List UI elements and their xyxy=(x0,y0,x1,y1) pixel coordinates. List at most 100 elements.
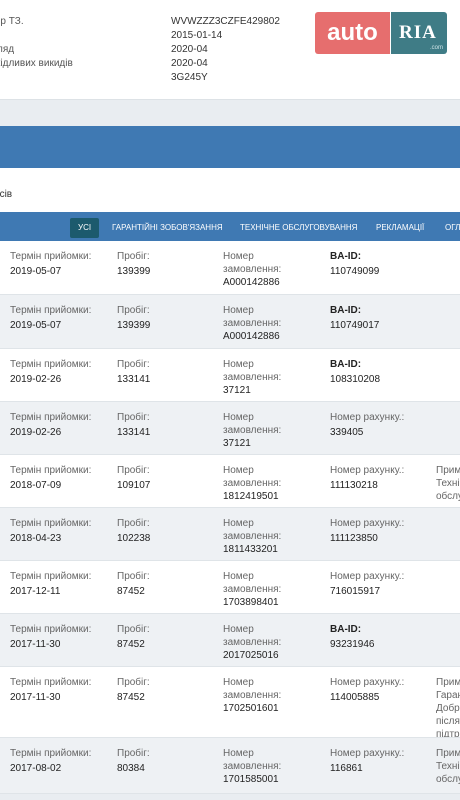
mileage-label: Пробіг: xyxy=(117,677,150,688)
date-cell: Термін прийомки: 2017-11-30 xyxy=(10,623,91,651)
order-label-line1: Номер xyxy=(223,571,254,582)
table-row[interactable]: Термін прийомки: 2017-11-30 Пробіг: 87452 Но… xyxy=(0,614,460,667)
order-label-line1: Номер xyxy=(223,251,254,262)
date-label: Термін прийомки: xyxy=(10,571,92,582)
tab-claims[interactable]: РЕКЛАМАЦІЇ xyxy=(376,218,424,238)
section-title-area: исів xyxy=(0,168,460,212)
autoria-logo[interactable]: auto RIA .com xyxy=(315,12,447,56)
id-label: Номер рахунку.: xyxy=(330,412,405,423)
mileage-cell: Пробіг: 109107 xyxy=(117,464,150,492)
tab-inspection[interactable]: ОГЛ xyxy=(445,218,460,238)
table-row[interactable]: Термін прийомки: 2018-04-23 Пробіг: 102238 Н… xyxy=(0,508,460,561)
order-label-line1: Номер xyxy=(223,518,254,529)
blue-header-bar xyxy=(0,126,460,168)
id-cell: Номер рахунку.: 114005885 xyxy=(330,676,404,704)
note-cell: Прим Техні обслу xyxy=(436,747,460,786)
vin-label: мер ТЗ. xyxy=(0,16,24,27)
order-cell: Номер замовлення: 1702501601 xyxy=(223,676,281,715)
emissions-label: шкідливих викидів xyxy=(0,58,73,69)
mileage-label: Пробіг: xyxy=(117,748,150,759)
mileage-value: 87452 xyxy=(117,639,145,650)
date-cell: Термін прийомки: 2017-11-30 xyxy=(10,676,91,704)
order-cell: Номер замовлення: 1812419501 xyxy=(223,464,281,503)
id-cell: Номер рахунку.: 716015917 xyxy=(330,570,404,598)
order-value: 37121 xyxy=(223,385,251,396)
id-value: 110749017 xyxy=(330,320,380,331)
tab-warranty[interactable]: ГАРАНТІЙНІ ЗОБОВ'ЯЗАННЯ xyxy=(112,218,223,238)
id-label: Номер рахунку.: xyxy=(330,677,405,688)
id-label: BA-ID: xyxy=(330,305,362,316)
order-value: 2017025016 xyxy=(223,650,279,661)
inspection-value: 2020-04 xyxy=(171,44,208,55)
order-cell: Номер замовлення: 2017025016 xyxy=(223,623,281,662)
mileage-value: 87452 xyxy=(117,692,145,703)
date-value: 2017-08-02 xyxy=(10,763,62,774)
mileage-cell: Пробіг: 139399 xyxy=(117,250,150,278)
mileage-label: Пробіг: xyxy=(117,251,150,262)
date-cell: Термін прийомки: 2019-02-26 xyxy=(10,411,91,439)
mileage-value: 139399 xyxy=(117,266,151,277)
emissions-value: 2020-04 xyxy=(171,58,208,69)
mileage-cell: Пробіг: 87452 xyxy=(117,676,150,704)
table-row[interactable]: Термін прийомки: 2019-05-07 Пробіг: 139399 Н… xyxy=(0,295,460,349)
mileage-label: Пробіг: xyxy=(117,518,150,529)
date-label: Термін прийомки: xyxy=(10,677,92,688)
id-value: 114005885 xyxy=(330,692,380,703)
vin-value: WVWZZZ3CZFE429802 xyxy=(171,16,280,27)
table-row[interactable]: Термін прийомки: 2017-12-11 Пробіг: 87452 Но… xyxy=(0,561,460,614)
note-line: Прим xyxy=(436,748,460,759)
date-label: Термін прийомки: xyxy=(10,748,92,759)
table-row[interactable]: Термін прийомки: 2017-08-02 Пробіг: 80384 Но… xyxy=(0,738,460,794)
id-label: BA-ID: xyxy=(330,624,362,635)
date-label: Термін прийомки: xyxy=(10,624,92,635)
tab-all[interactable]: УСІ xyxy=(70,218,100,238)
note-line: підтр xyxy=(436,729,460,738)
table-row[interactable]: Термін прийомки: 2018-07-09 Пробіг: 109107 Н… xyxy=(0,455,460,508)
date-value: 2017-11-30 xyxy=(10,639,61,650)
order-cell: Номер замовлення: 1703898401 xyxy=(223,570,281,609)
id-value: 108310208 xyxy=(330,374,381,385)
note-line: після xyxy=(436,716,460,727)
id-label: BA-ID: xyxy=(330,359,362,370)
order-label-line2: замовлення: xyxy=(223,690,282,701)
date-cell: Термін прийомки: 2018-07-09 xyxy=(10,464,91,492)
mileage-label: Пробіг: xyxy=(117,624,150,635)
date-value: 2019-05-07 xyxy=(10,320,62,331)
date-cell: Термін прийомки: 2018-04-23 xyxy=(10,517,91,545)
date-value: 2018-07-09 xyxy=(10,480,62,491)
id-cell: BA-ID: 108310208 xyxy=(330,358,380,386)
note-line: Техні xyxy=(436,761,460,772)
order-cell: Номер замовлення: A000142886 xyxy=(223,250,281,289)
date-label: Термін прийомки: xyxy=(10,518,92,529)
order-value: 1812419501 xyxy=(223,491,279,502)
service-records-list: Термін прийомки: 2019-05-07 Пробіг: 139399 Н… xyxy=(0,241,460,794)
mileage-value: 133141 xyxy=(117,374,151,385)
table-row[interactable]: Термін прийомки: 2019-02-26 Пробіг: 133141 Н… xyxy=(0,349,460,402)
mileage-value: 133141 xyxy=(117,427,151,438)
id-label: Номер рахунку.: xyxy=(330,571,405,582)
id-label: BA-ID: xyxy=(330,251,362,262)
table-row[interactable]: Термін прийомки: 2019-05-07 Пробіг: 139399 Н… xyxy=(0,241,460,295)
date-value: 2019-02-26 xyxy=(10,427,62,438)
mileage-value: 102238 xyxy=(117,533,151,544)
logo-com-text: .com xyxy=(429,45,443,51)
tab-maintenance[interactable]: ТЕХНІЧНЕ ОБСЛУГОВУВАННЯ xyxy=(240,218,357,238)
id-value: 716015917 xyxy=(330,586,381,597)
id-value: 116861 xyxy=(330,763,363,774)
order-value: A000142886 xyxy=(223,331,280,342)
order-value: 1703898401 xyxy=(223,597,279,608)
date-cell: Термін прийомки: 2017-08-02 xyxy=(10,747,91,775)
order-label-line2: замовлення: xyxy=(223,318,282,329)
order-label-line1: Номер xyxy=(223,624,254,635)
mileage-cell: Пробіг: 87452 xyxy=(117,570,150,598)
order-label-line2: замовлення: xyxy=(223,425,282,436)
date-value: 2017-11-30 xyxy=(10,692,61,703)
table-row[interactable]: Термін прийомки: 2017-11-30 Пробіг: 87452 Но… xyxy=(0,667,460,738)
id-cell: Номер рахунку.: 111130218 xyxy=(330,464,404,492)
mileage-value: 80384 xyxy=(117,763,145,774)
mileage-label: Пробіг: xyxy=(117,465,150,476)
note-cell: Прим Техні обслу xyxy=(436,464,460,503)
id-cell: Номер рахунку.: 339405 xyxy=(330,411,404,439)
table-row[interactable]: Термін прийомки: 2019-02-26 Пробіг: 133141 Н… xyxy=(0,402,460,455)
date-label: Термін прийомки: xyxy=(10,359,92,370)
